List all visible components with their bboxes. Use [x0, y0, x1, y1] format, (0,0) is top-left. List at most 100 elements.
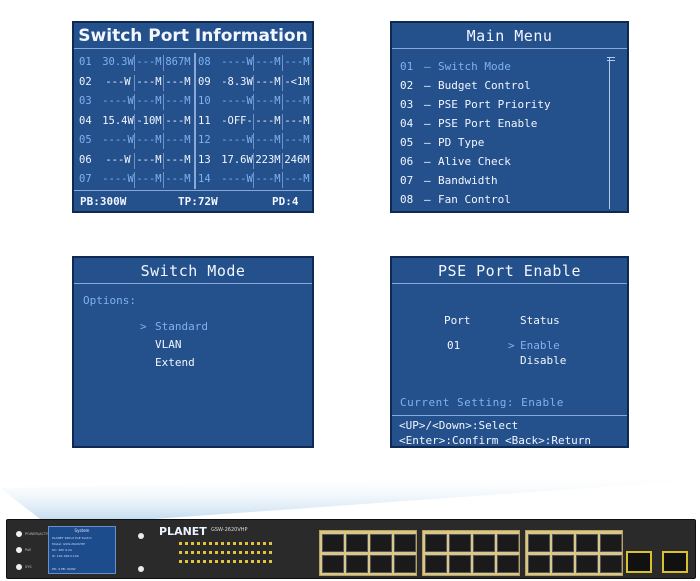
- menu-item-number: 04: [400, 117, 414, 130]
- option-extend[interactable]: Extend: [140, 354, 250, 372]
- option-cursor: >: [140, 320, 147, 333]
- menu-item-bandwidth[interactable]: 07– Bandwidth: [398, 171, 608, 190]
- status-led: [257, 542, 260, 545]
- port-status-leds: [179, 542, 279, 572]
- rj45-port[interactable]: [449, 534, 471, 552]
- option-label: VLAN: [155, 338, 182, 351]
- rj45-port[interactable]: [449, 555, 471, 573]
- poe-led: [16, 547, 22, 553]
- menu-item-pse-port-priority[interactable]: 03– PSE Port Priority: [398, 95, 608, 114]
- rj45-port[interactable]: [497, 555, 519, 573]
- menu-item-alive-check[interactable]: 06– Alive Check: [398, 152, 608, 171]
- cell-divider: [163, 55, 164, 71]
- rj45-port[interactable]: [394, 555, 416, 573]
- status-led: [209, 542, 212, 545]
- rj45-port[interactable]: [600, 555, 622, 573]
- menu-item-switch-mode[interactable]: 01– Switch Mode: [398, 57, 608, 76]
- status-led: [245, 551, 248, 554]
- cell-divider: [253, 133, 254, 149]
- status-option-disable[interactable]: Disable: [520, 354, 566, 367]
- status-led: [191, 560, 194, 563]
- cell-divider: [282, 74, 283, 91]
- sfp-port-1[interactable]: [626, 551, 652, 573]
- sfp-port-2[interactable]: [662, 551, 688, 573]
- menu-scrollbar[interactable]: [609, 57, 613, 209]
- port-info-row: 03 ----W ---M ---M: [77, 92, 194, 112]
- port-value: 01: [447, 339, 461, 352]
- menu-item-pse-port-enable[interactable]: 04– PSE Port Enable: [398, 114, 608, 133]
- port-number: 05: [79, 134, 92, 146]
- status-led: [215, 542, 218, 545]
- cell-divider: [253, 55, 254, 71]
- cell-divider: [163, 94, 164, 110]
- pse-port-enable-title: PSE Port Enable: [392, 258, 627, 284]
- port-info-row: 14 ----W ---M ---M: [196, 170, 313, 190]
- help-select: <UP>/<Down>:Select: [399, 419, 519, 432]
- option-standard[interactable]: > Standard: [140, 318, 250, 336]
- rj45-port[interactable]: [322, 534, 344, 552]
- menu-item-dash: –: [424, 60, 431, 73]
- menu-item-pd-type[interactable]: 05– PD Type: [398, 133, 608, 152]
- rj45-port[interactable]: [528, 555, 550, 573]
- rj45-port[interactable]: [425, 555, 447, 573]
- status-led: [185, 542, 188, 545]
- port-power: ----W: [221, 173, 253, 185]
- status-led: [185, 560, 188, 563]
- rj45-port[interactable]: [552, 555, 574, 573]
- port-tx-rate: 867M: [165, 56, 191, 68]
- rj45-port[interactable]: [600, 534, 622, 552]
- key-help: <UP>/<Down>:Select <Enter>:Confirm <Back…: [392, 415, 627, 448]
- status-option-enable[interactable]: Enable: [520, 339, 560, 352]
- port-tx-rate: ---M: [165, 173, 191, 185]
- device-button-down[interactable]: [138, 566, 144, 572]
- rj45-port[interactable]: [576, 534, 598, 552]
- status-led: [197, 560, 200, 563]
- rj45-port[interactable]: [576, 555, 598, 573]
- rj45-port[interactable]: [528, 534, 550, 552]
- status-led: [233, 542, 236, 545]
- rj45-port[interactable]: [497, 534, 519, 552]
- cell-divider: [253, 94, 254, 110]
- rj45-port[interactable]: [473, 555, 495, 573]
- rj45-port[interactable]: [346, 555, 368, 573]
- menu-item-number: 02: [400, 79, 414, 92]
- rj45-port[interactable]: [370, 555, 392, 573]
- menu-item-label: Budget Control: [438, 79, 531, 92]
- menu-item-fan-control[interactable]: 08– Fan Control: [398, 190, 608, 209]
- power-budget: PB:300W: [80, 195, 127, 208]
- port-rx-rate: ---M: [136, 95, 162, 107]
- rj45-port[interactable]: [322, 555, 344, 573]
- device-button-up[interactable]: [138, 533, 144, 539]
- cell-divider: [253, 172, 254, 188]
- cell-divider: [163, 172, 164, 188]
- status-led: [203, 560, 206, 563]
- port-number: 02: [79, 75, 92, 88]
- rj45-port[interactable]: [552, 534, 574, 552]
- option-vlan[interactable]: VLAN: [140, 336, 250, 354]
- status-led: [209, 551, 212, 554]
- device-lcd-line: Model: GSW-2620VHP: [52, 542, 85, 546]
- led-label-poe: PoE: [25, 548, 32, 552]
- port-tx-rate: ---M: [165, 75, 191, 88]
- menu-item-budget-control[interactable]: 02– Budget Control: [398, 76, 608, 95]
- status-led: [197, 542, 200, 545]
- rj45-port[interactable]: [425, 534, 447, 552]
- menu-item-number: 08: [400, 193, 414, 206]
- rj45-port[interactable]: [346, 534, 368, 552]
- cell-divider: [253, 74, 254, 91]
- powered-devices: PD:4: [272, 195, 299, 208]
- port-tx-rate: 246M: [284, 153, 310, 166]
- status-led: [221, 551, 224, 554]
- menu-item-dash: –: [424, 193, 431, 206]
- rj45-port-group-2: [422, 530, 520, 576]
- rj45-port[interactable]: [394, 534, 416, 552]
- device-lcd-line: PD: 4 PB: 300W: [52, 567, 76, 571]
- rj45-port[interactable]: [370, 534, 392, 552]
- cell-divider: [163, 113, 164, 130]
- port-power: ---W: [105, 75, 131, 88]
- port-rx-rate: ---M: [136, 173, 162, 185]
- cell-divider: [134, 94, 135, 110]
- menu-item-dash: –: [424, 117, 431, 130]
- port-rx-rate: ---M: [255, 134, 281, 146]
- rj45-port[interactable]: [473, 534, 495, 552]
